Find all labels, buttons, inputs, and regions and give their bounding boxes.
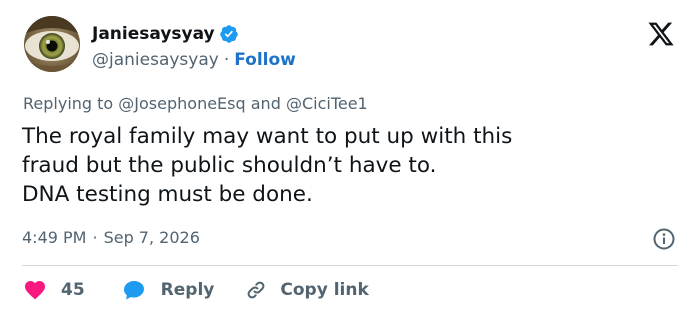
mention-link[interactable]: @JosephoneEsq xyxy=(118,94,245,113)
replying-to-line: Replying to @JosephoneEsq and @CiciTee1 xyxy=(23,93,368,115)
tweet-actions: 45 Reply Copy link xyxy=(22,276,369,304)
copy-link-button[interactable]: Copy link xyxy=(244,278,369,302)
mention-link[interactable]: @CiciTee1 xyxy=(286,94,368,113)
x-logo-icon[interactable] xyxy=(646,20,676,48)
copy-link-label: Copy link xyxy=(280,280,369,300)
author-display-name[interactable]: Janiesaysyay xyxy=(92,24,215,44)
verified-badge-icon xyxy=(219,24,239,44)
tweet-date[interactable]: Sep 7, 2026 xyxy=(104,227,200,249)
tweet-text: The royal family may want to put up with… xyxy=(22,122,682,209)
tweet-text-line: The royal family may want to put up with… xyxy=(22,124,513,149)
tweet-text-line: fraud but the public shouldn’t have to. xyxy=(22,153,437,178)
heart-icon xyxy=(25,281,45,300)
handle-separator: · xyxy=(223,50,230,70)
author-handle[interactable]: @janiesaysyay xyxy=(92,49,219,71)
speech-bubble-icon xyxy=(123,281,144,300)
like-count: 45 xyxy=(61,280,85,300)
replying-to-conjunction: and xyxy=(250,94,281,113)
info-icon[interactable] xyxy=(652,227,676,251)
follow-button[interactable]: Follow xyxy=(234,49,296,71)
link-icon xyxy=(247,281,265,299)
tweet-time[interactable]: 4:49 PM xyxy=(22,227,86,249)
avatar-image xyxy=(24,16,80,72)
tweet-text-line: DNA testing must be done. xyxy=(22,182,313,207)
divider xyxy=(22,265,678,266)
reply-label: Reply xyxy=(160,280,215,300)
tweet-timestamp[interactable]: 4:49 PM · Sep 7, 2026 xyxy=(22,227,200,249)
replying-to-prefix: Replying to xyxy=(23,94,114,113)
avatar[interactable] xyxy=(24,16,80,72)
timestamp-separator: · xyxy=(92,228,98,247)
like-button[interactable]: 45 xyxy=(22,278,85,302)
reply-button[interactable]: Reply xyxy=(121,278,215,302)
author-name-row: Janiesaysyay xyxy=(92,24,239,44)
author-handle-row: @janiesaysyay · Follow xyxy=(92,49,296,71)
